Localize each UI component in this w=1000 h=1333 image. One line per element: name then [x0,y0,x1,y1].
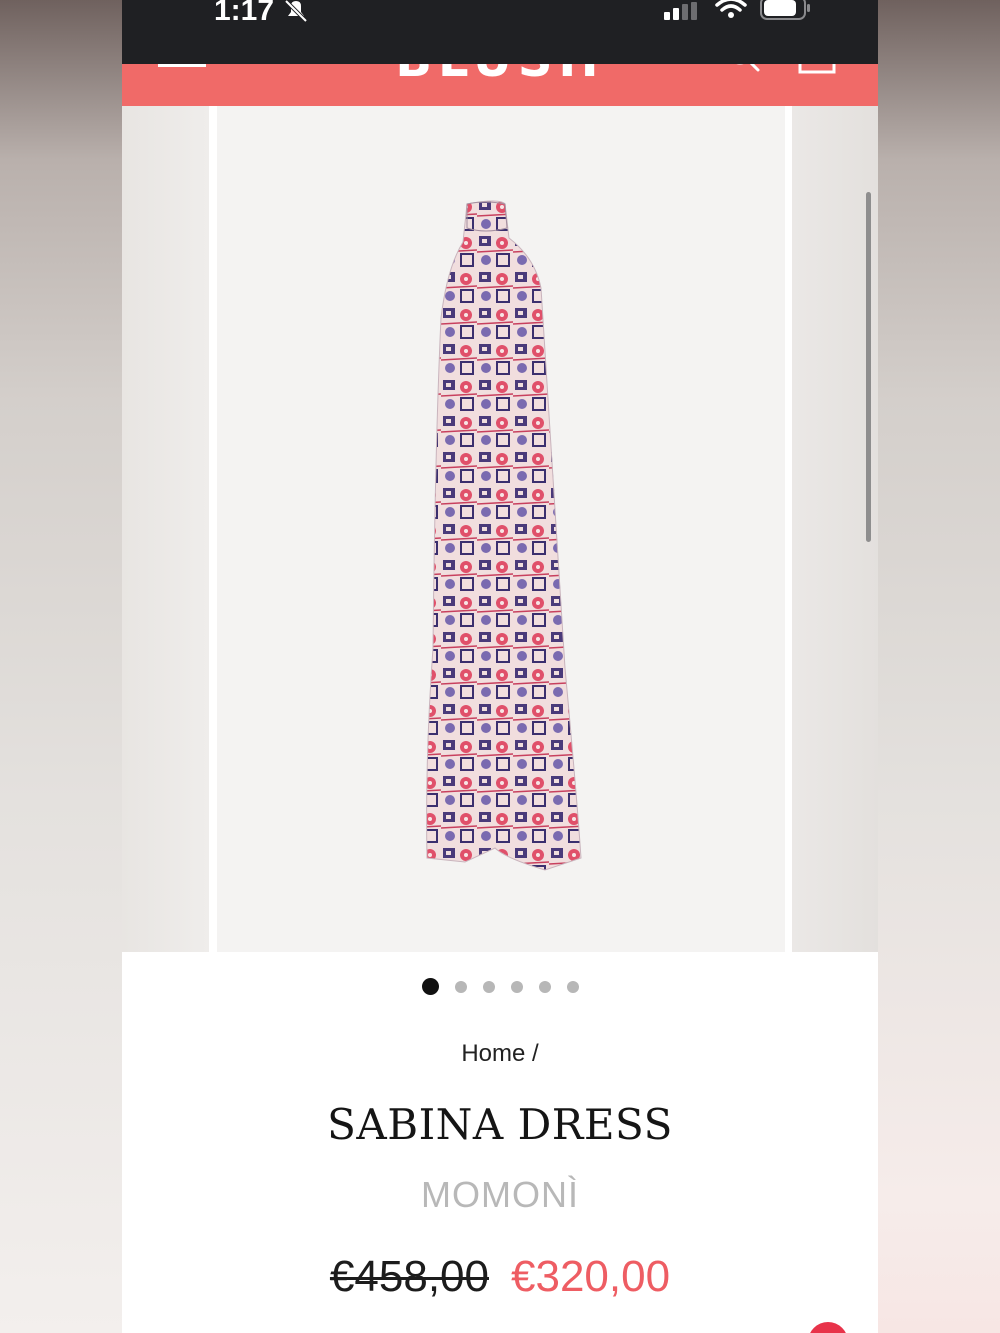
chat-button[interactable] [808,1322,848,1333]
phone-screen: 1:17 BLUSH [122,0,878,1333]
gallery-pagination [122,978,878,998]
page-scrollbar[interactable] [866,192,871,542]
gallery-dot-3[interactable] [482,980,495,993]
battery-icon [760,0,810,20]
gallery-dot-4[interactable] [510,980,523,993]
wifi-icon [715,0,747,18]
search-icon[interactable] [726,64,762,76]
breadcrumb-home-link[interactable]: Home / [461,1040,538,1067]
breadcrumb: Home / [122,1040,878,1068]
gallery-dot-2[interactable] [454,980,467,993]
cart-icon[interactable] [798,64,836,74]
gallery-slide-previous[interactable] [122,106,209,952]
signal-icon [664,2,697,20]
product-image-gallery[interactable] [122,106,878,952]
status-time: 1:17 [214,0,275,27]
site-header: BLUSH [122,64,878,106]
product-prices: €458,00 €320,00 [122,1252,878,1302]
menu-icon[interactable] [158,64,208,72]
gallery-dot-1[interactable] [421,978,439,996]
gallery-dot-5[interactable] [538,980,551,993]
gallery-slide-current[interactable] [217,106,859,952]
product-brand[interactable]: MOMONÌ [122,1174,878,1216]
brand-logo[interactable]: BLUSH [384,64,616,88]
status-bar: 1:17 [122,0,878,64]
product-title: SABINA DRESS [327,1100,673,1149]
blurred-backdrop-left [0,0,122,1333]
bell-muted-icon [284,0,308,22]
price-sale: €320,00 [511,1252,671,1301]
product-image-dress [426,200,582,871]
gallery-dot-6[interactable] [566,980,579,993]
price-original: €458,00 [329,1252,489,1301]
blurred-backdrop-right [878,0,1000,1333]
